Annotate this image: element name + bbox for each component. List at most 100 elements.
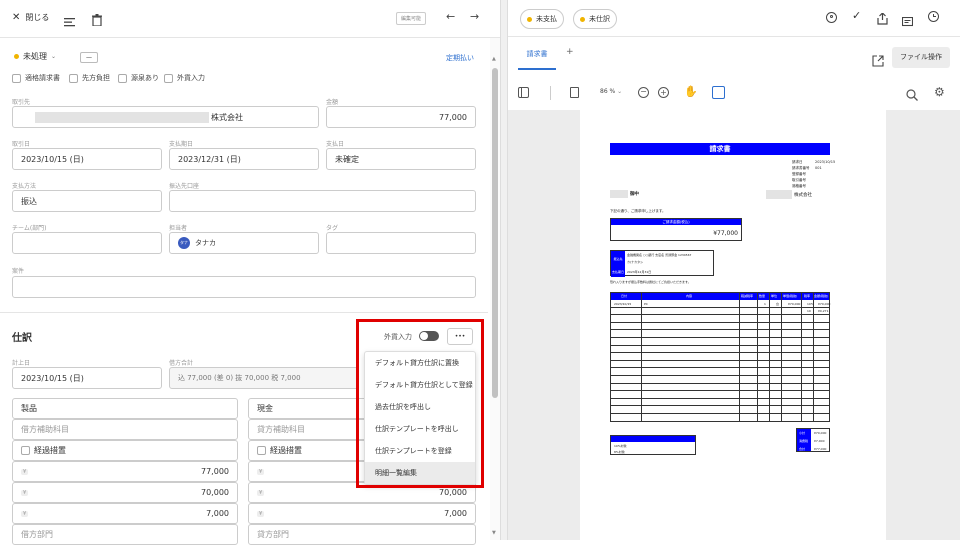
owner-field[interactable]: タナ タナカ xyxy=(169,232,319,254)
invoice-bank-label: 振込先 xyxy=(611,251,625,268)
pay-account-field[interactable] xyxy=(169,190,476,212)
invoice-items-table: 日付 内容 軽減税率 数量 単位 単価(税抜) 税率 金額(税抜) 2023/1… xyxy=(610,292,830,422)
checkbox-withholding[interactable]: 源泉あり xyxy=(118,73,159,83)
invoice-meta-label: 取引番号 xyxy=(792,178,806,182)
due-date-field[interactable]: 2023/12/31 (日) xyxy=(169,148,319,170)
yen-icon: ¥ xyxy=(257,489,265,496)
status-select[interactable]: 未処理 ⌄ xyxy=(14,51,56,62)
highlight-box xyxy=(356,319,484,488)
tag-label: タグ xyxy=(326,225,339,232)
amount-label: 金額 xyxy=(326,99,339,106)
check-icon[interactable]: ✓ xyxy=(852,9,861,22)
invoice-note: 恐れ入りますが振込手数料は貴社にてご負担いただきます。 xyxy=(610,280,691,284)
checkbox-qualified-invoice[interactable]: 適格請求書 xyxy=(12,73,60,83)
credit-interim-checkbox[interactable] xyxy=(257,446,266,455)
status-pill-unjournaled[interactable]: 未仕訳 xyxy=(573,9,617,29)
pay-method-field[interactable]: 振込 xyxy=(12,190,162,212)
debit-amount-excl: 70,000 xyxy=(201,488,229,497)
credit-dept-field[interactable]: 貸方部門 xyxy=(248,524,476,545)
scroll-up-arrow-icon[interactable]: ▲ xyxy=(492,56,496,62)
debit-dept-field[interactable]: 借方部門 xyxy=(12,524,238,545)
pay-account-label: 振込先口座 xyxy=(169,183,200,190)
checkbox-box[interactable] xyxy=(164,73,173,83)
list-icon[interactable] xyxy=(64,12,75,31)
checkbox-box[interactable] xyxy=(118,73,127,83)
scroll-down-arrow-icon[interactable]: ▼ xyxy=(492,530,496,536)
clock-icon[interactable] xyxy=(928,11,939,22)
invoice-row-line xyxy=(611,330,829,338)
invoice-col-line xyxy=(641,293,642,421)
zoom-out-icon[interactable]: − xyxy=(638,87,649,98)
page-icon[interactable] xyxy=(570,87,579,98)
status-pill-label: 未支払 xyxy=(536,15,557,23)
credit-dept-placeholder: 貸方部門 xyxy=(257,530,289,539)
invoice-tax-row-label: 10%対象 xyxy=(614,444,627,448)
journal-title: 仕訳 xyxy=(12,333,32,344)
debit-account-field[interactable]: 製品 xyxy=(12,398,238,419)
pane-divider[interactable] xyxy=(500,0,508,540)
next-arrow-icon[interactable]: → xyxy=(470,10,479,23)
zoom-select[interactable]: 86 % ⌄ xyxy=(600,88,622,95)
txn-date-value: 2023/10/15 (日) xyxy=(21,154,84,164)
checkbox-label: 外貨入力 xyxy=(177,74,205,82)
trash-icon[interactable] xyxy=(92,11,102,30)
comment-icon[interactable] xyxy=(901,12,914,31)
debit-amount-excl-field[interactable]: ¥70,000 xyxy=(12,482,238,503)
checkbox-box[interactable] xyxy=(69,73,78,83)
team-field[interactable] xyxy=(12,232,162,254)
amount-field[interactable]: 77,000 xyxy=(326,106,476,128)
partner-field[interactable]: 株式会社 xyxy=(12,106,319,128)
hand-tool-icon[interactable]: ✋ xyxy=(684,85,698,98)
debit-interim-field[interactable]: 経過措置 xyxy=(12,440,238,461)
debit-amount-incl-field[interactable]: ¥77,000 xyxy=(12,461,238,482)
invoice-due-value: 2023年12月31日 xyxy=(627,270,652,274)
invoice-col-header: 内容 xyxy=(686,294,693,298)
sidebar-toggle-icon[interactable] xyxy=(518,87,529,98)
scroll-thumb[interactable] xyxy=(492,68,498,398)
checkbox-foreign-currency[interactable]: 外貨入力 xyxy=(164,73,205,83)
memo-field[interactable] xyxy=(12,276,476,298)
search-icon[interactable] xyxy=(906,86,918,105)
txn-date-field[interactable]: 2023/10/15 (日) xyxy=(12,148,162,170)
schedule-link[interactable]: 定期払い xyxy=(446,53,474,63)
owner-label: 担当者 xyxy=(169,225,188,232)
zoom-in-icon[interactable]: + xyxy=(658,87,669,98)
external-link-icon[interactable] xyxy=(872,52,884,71)
debit-sub-field[interactable]: 借方補助科目 xyxy=(12,419,238,440)
prev-arrow-icon[interactable]: ← xyxy=(446,10,455,23)
file-ops-button[interactable]: ファイル操作 xyxy=(892,47,950,68)
debit-interim-checkbox[interactable] xyxy=(21,446,30,455)
invoice-row-line xyxy=(611,338,829,346)
invoice-greeting: 下記の通り、ご請求申し上げます。 xyxy=(610,209,666,213)
toolbar-separator xyxy=(550,86,551,100)
post-date-value: 2023/10/15 (日) xyxy=(21,373,84,383)
status-pill-unpaid[interactable]: 未支払 xyxy=(520,9,564,29)
invoice-bank-line1: 金融機関名 ○○銀行 支店名 普通預金 1234567 xyxy=(627,253,692,257)
debit-tax: 7,000 xyxy=(206,509,229,518)
user-icon[interactable] xyxy=(826,12,837,23)
document-viewer[interactable]: 請求書 請求日 2023/10/15 請求書番号 001 登録番号 取引番号 適… xyxy=(508,110,960,540)
add-tab-button[interactable]: + xyxy=(566,47,574,57)
close-button[interactable]: ✕ 閉じる xyxy=(12,12,49,23)
settings-icon[interactable]: ⚙ xyxy=(934,85,945,99)
pay-date-field[interactable]: 未確定 xyxy=(326,148,476,170)
post-date-field[interactable]: 2023/10/15 (日) xyxy=(12,367,162,389)
invoice-col-header: 金額(税抜) xyxy=(814,294,829,298)
invoice-col-header: 単価(税抜) xyxy=(783,294,798,298)
share-icon[interactable] xyxy=(877,10,888,29)
due-date-label: 支払期日 xyxy=(169,141,194,148)
status-dot xyxy=(527,16,532,22)
left-scrollbar[interactable]: ▲ ▼ xyxy=(490,38,500,540)
credit-tax-field[interactable]: ¥7,000 xyxy=(248,503,476,524)
tag-field[interactable] xyxy=(326,232,476,254)
tab-invoice[interactable]: 請求書 xyxy=(518,44,556,70)
invoice-summary: 小計 ¥70,000 消費税 ¥7,000 合計 ¥77,000 xyxy=(796,428,830,452)
invoice-meta-label: 請求書番号 xyxy=(792,166,810,170)
zoom-value: 86 % xyxy=(600,88,616,95)
invoice-amount-value: ¥77,000 xyxy=(713,230,738,237)
checkbox-payer-fee[interactable]: 先方負担 xyxy=(69,73,110,83)
checkbox-box[interactable] xyxy=(12,73,21,83)
status-extra-button[interactable]: — xyxy=(80,52,98,63)
select-tool-icon[interactable] xyxy=(712,86,725,99)
debit-tax-field[interactable]: ¥7,000 xyxy=(12,503,238,524)
